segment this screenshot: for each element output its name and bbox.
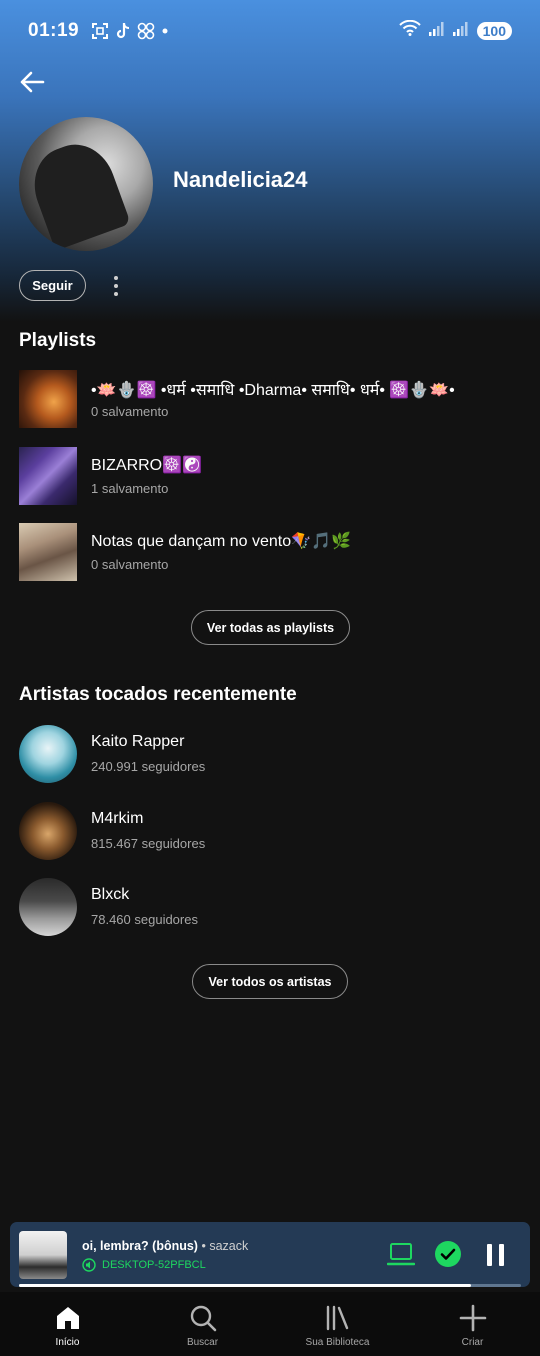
status-notification-icons <box>91 22 169 40</box>
playlist-item[interactable]: BIZARRO☸️☯️ 1 salvamento <box>19 447 529 505</box>
artist-avatar <box>19 878 77 936</box>
nav-home[interactable]: Início <box>0 1292 135 1356</box>
nav-search-label: Buscar <box>186 1337 219 1348</box>
artist-item[interactable]: M4rkim 815.467 seguidores <box>19 802 529 860</box>
check-circle-icon <box>435 1241 461 1267</box>
playlist-saves: 0 salvamento <box>91 557 169 572</box>
nav-home-label: Início <box>55 1337 80 1348</box>
artist-name: M4rkim <box>91 810 144 827</box>
now-playing-device: DESKTOP-52PFBCL <box>82 1258 206 1272</box>
playlist-cover <box>19 523 77 581</box>
pause-icon <box>487 1244 504 1266</box>
now-playing-cover <box>19 1231 67 1279</box>
artist-name: Kaito Rapper <box>91 733 185 750</box>
playlist-saves: 0 salvamento <box>91 404 169 419</box>
nav-search[interactable]: Buscar <box>135 1292 270 1356</box>
signal-icon-secondary <box>452 20 469 42</box>
now-playing-bar[interactable]: oi, lembra? (bônus) • sazack DESKTOP-52P… <box>10 1222 530 1287</box>
playlist-saves: 1 salvamento <box>91 481 169 496</box>
pause-button[interactable] <box>484 1242 508 1268</box>
more-dot-icon <box>114 276 118 280</box>
more-options-button[interactable] <box>106 272 126 300</box>
now-playing-artist: sazack <box>209 1239 249 1253</box>
saved-check-button[interactable] <box>434 1240 462 1268</box>
artist-item[interactable]: Blxck 78.460 seguidores <box>19 878 529 936</box>
follow-button[interactable]: Seguir <box>19 270 86 301</box>
playlist-cover <box>19 447 77 505</box>
wifi-icon <box>398 19 421 42</box>
artist-followers: 78.460 seguidores <box>91 912 198 927</box>
playlist-item[interactable]: Notas que dançam no vento🪁🎵🌿 0 salvament… <box>19 523 529 581</box>
profile-avatar <box>19 117 153 251</box>
playlist-item[interactable]: •🪷🪬☸️ •धर्म •समाधि •Dharma• समाधि• धर्म•… <box>19 370 529 428</box>
playlist-cover <box>19 370 77 428</box>
artist-followers: 240.991 seguidores <box>91 759 206 774</box>
artists-section-title: Artistas tocados recentemente <box>19 684 297 705</box>
see-all-playlists-button[interactable]: Ver todas as playlists <box>191 610 350 645</box>
home-icon <box>56 1307 79 1329</box>
artist-avatar <box>19 725 77 783</box>
connect-device-button[interactable] <box>386 1240 416 1268</box>
signal-icon <box>428 20 445 42</box>
playlist-title: •🪷🪬☸️ •धर्म •समाधि •Dharma• समाधि• धर्म•… <box>91 382 455 399</box>
speaker-icon <box>82 1258 96 1272</box>
screenshot-icon <box>91 22 109 40</box>
status-system-icons: 100 <box>398 19 512 42</box>
now-playing-title: oi, lembra? (bônus) <box>82 1239 198 1253</box>
playlists-section-title: Playlists <box>19 330 97 351</box>
back-button[interactable] <box>18 68 46 96</box>
search-icon <box>190 1305 216 1332</box>
profile-name: Nandelicia24 <box>173 167 308 192</box>
artist-followers: 815.467 seguidores <box>91 836 206 851</box>
device-name: DESKTOP-52PFBCL <box>102 1259 206 1271</box>
nav-library-label: Sua Biblioteca <box>305 1337 370 1348</box>
playback-progress-fill <box>19 1284 471 1287</box>
nav-library[interactable]: Sua Biblioteca <box>270 1292 405 1356</box>
artist-name: Blxck <box>91 886 130 903</box>
plus-icon <box>459 1304 486 1332</box>
tiktok-icon <box>115 22 131 40</box>
artist-item[interactable]: Kaito Rapper 240.991 seguidores <box>19 725 529 783</box>
see-all-artists-button[interactable]: Ver todos os artistas <box>192 964 348 999</box>
battery-icon: 100 <box>476 22 512 40</box>
library-icon <box>326 1305 348 1331</box>
status-bar: 01:19 100 <box>0 0 540 62</box>
pinwheel-icon <box>137 22 155 40</box>
nav-create[interactable]: Criar <box>405 1292 540 1356</box>
now-playing-separator: • <box>197 1239 210 1253</box>
artist-avatar <box>19 802 77 860</box>
nav-create-label: Criar <box>461 1337 484 1348</box>
now-playing-title-line: oi, lembra? (bônus) • sazack <box>82 1239 248 1253</box>
playlist-title: BIZARRO☸️☯️ <box>91 457 202 474</box>
status-time: 01:19 <box>28 20 80 41</box>
bottom-navigation: Início Buscar Sua Biblioteca Criar <box>0 1292 540 1356</box>
playback-progress-bar <box>19 1284 521 1287</box>
playlist-title: Notas que dançam no vento🪁🎵🌿 <box>91 533 351 550</box>
arrow-left-icon <box>20 71 45 93</box>
dot-icon <box>161 27 169 35</box>
laptop-icon <box>386 1243 416 1266</box>
